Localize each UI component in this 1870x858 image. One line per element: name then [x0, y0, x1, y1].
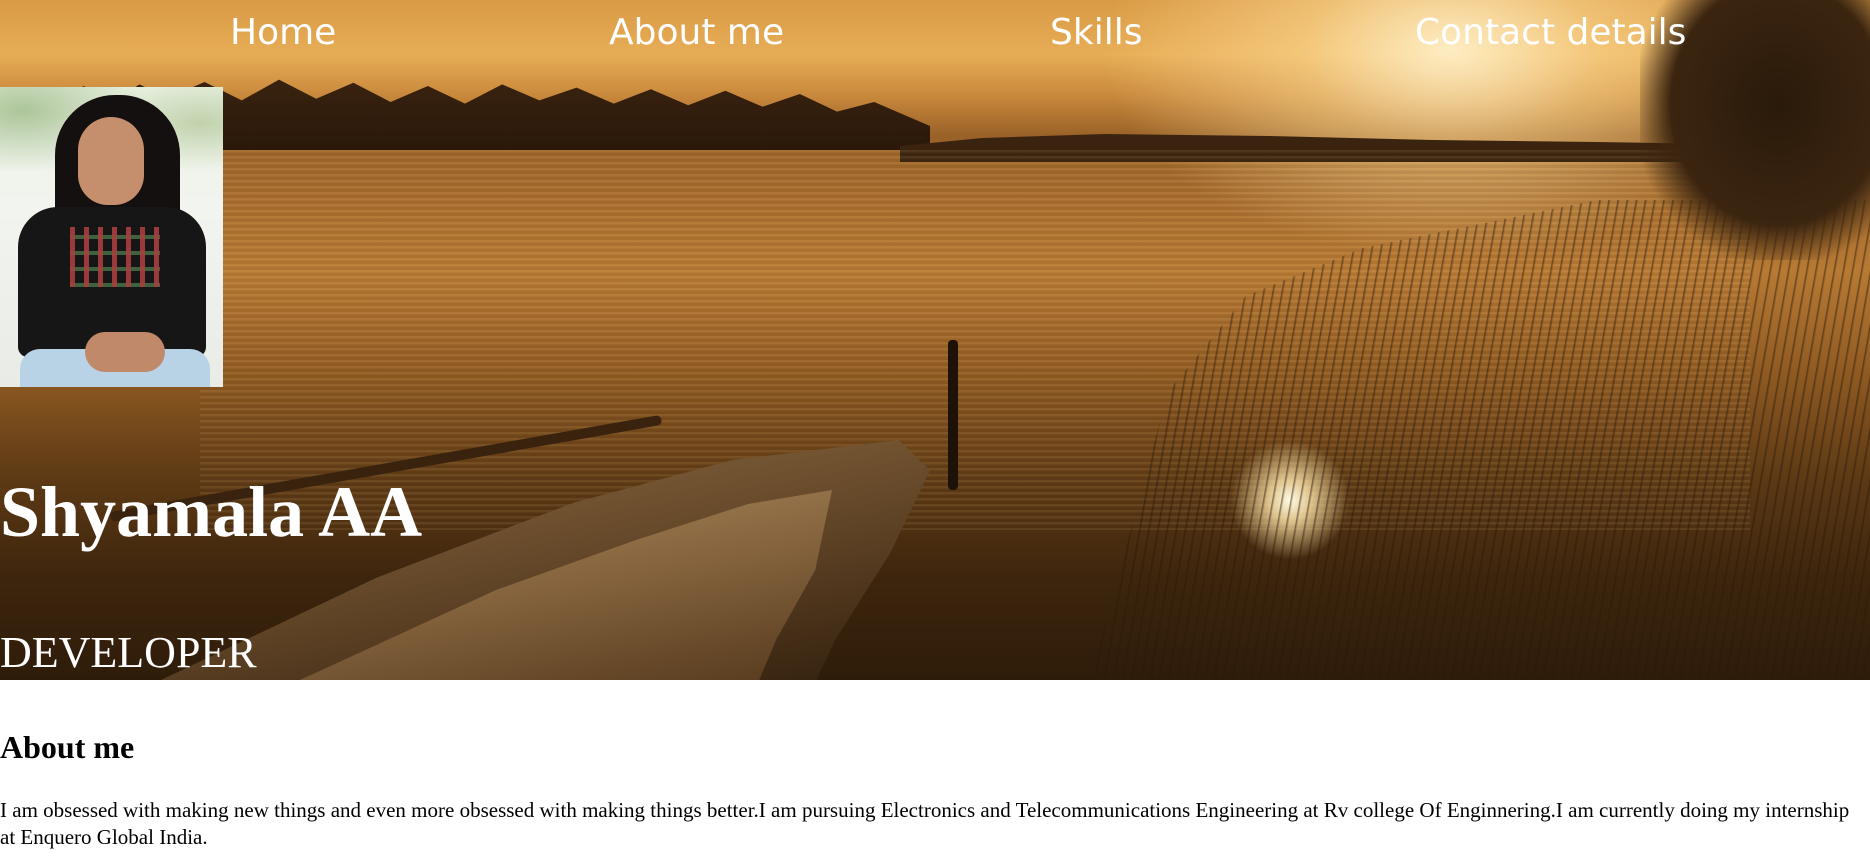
about-title: About me: [0, 729, 135, 765]
hero-banner: Home About me Skills Contact details Shy…: [0, 0, 1870, 680]
photo-top-pattern: [70, 227, 160, 287]
mooring-post: [948, 340, 958, 490]
nav-link-home[interactable]: Home: [230, 12, 336, 53]
nav-link-skills[interactable]: Skills: [1050, 12, 1142, 53]
about-text: I am obsessed with making new things and…: [0, 798, 1850, 849]
hero-role: DEVELOPER: [0, 628, 257, 677]
photo-face: [78, 117, 144, 205]
top-nav: Home About me Skills Contact details: [0, 0, 1870, 70]
profile-photo: [0, 87, 223, 387]
hero-name: Shyamala AA: [0, 472, 423, 552]
photo-hands: [85, 332, 165, 372]
nav-link-contact-details[interactable]: Contact details: [1415, 12, 1686, 53]
nav-link-about-me[interactable]: About me: [609, 12, 784, 53]
